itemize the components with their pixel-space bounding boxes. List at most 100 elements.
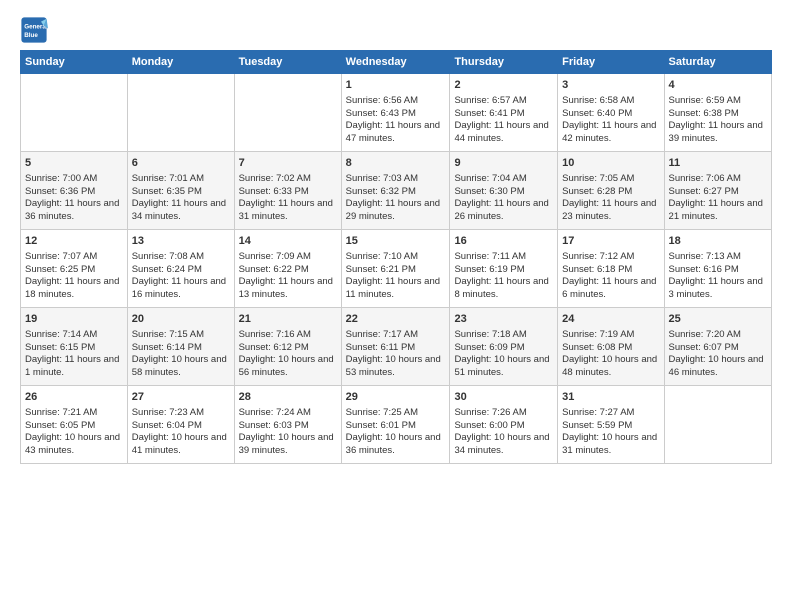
- col-header-saturday: Saturday: [664, 51, 771, 74]
- day-number: 26: [25, 390, 123, 405]
- day-info: Daylight: 11 hours and 42 minutes.: [562, 120, 659, 146]
- day-number: 16: [454, 234, 553, 249]
- day-info: Sunrise: 6:56 AM: [346, 95, 446, 108]
- day-cell: 30Sunrise: 7:26 AMSunset: 6:00 PMDayligh…: [450, 386, 558, 464]
- day-cell: 28 Sunrise: 7:24 AMSunset: 6:03 PMDayligh…: [234, 386, 341, 464]
- day-cell: 15Sunrise: 7:10 AMSunset: 6:21 PMDayligh…: [341, 230, 450, 308]
- day-number: 24: [562, 312, 659, 327]
- day-info: Sunset: 6:03 PM: [239, 420, 337, 433]
- header-row: SundayMondayTuesdayWednesdayThursdayFrid…: [21, 51, 772, 74]
- col-header-friday: Friday: [558, 51, 664, 74]
- day-cell: 25Sunrise: 7:20 AMSunset: 6:07 PMDayligh…: [664, 308, 771, 386]
- day-info: Sunrise: 7:06 AM: [669, 173, 767, 186]
- day-number: 2: [454, 78, 553, 93]
- day-number: 5: [25, 156, 123, 171]
- day-cell: 4Sunrise: 6:59 AMSunset: 6:38 PMDaylight…: [664, 74, 771, 152]
- day-info: Sunrise: 7:21 AM: [25, 407, 123, 420]
- day-number: 11: [669, 156, 767, 171]
- day-cell: 20Sunrise: 7:15 AMSunset: 6:14 PMDayligh…: [127, 308, 234, 386]
- day-info: Sunset: 6:27 PM: [669, 186, 767, 199]
- day-number: 21: [239, 312, 337, 327]
- day-info: Sunset: 6:14 PM: [132, 342, 230, 355]
- day-number: 13: [132, 234, 230, 249]
- day-info: Sunset: 6:32 PM: [346, 186, 446, 199]
- day-info: Sunset: 6:16 PM: [669, 264, 767, 277]
- col-header-wednesday: Wednesday: [341, 51, 450, 74]
- day-info: Sunrise: 7:04 AM: [454, 173, 553, 186]
- day-info: Sunset: 6:19 PM: [454, 264, 553, 277]
- day-info: Sunset: 6:33 PM: [239, 186, 337, 199]
- day-info: Sunset: 6:04 PM: [132, 420, 230, 433]
- day-info: Daylight: 11 hours and 3 minutes.: [669, 276, 767, 302]
- day-cell: 3Sunrise: 6:58 AMSunset: 6:40 PMDaylight…: [558, 74, 664, 152]
- day-info: Sunrise: 7:16 AM: [239, 329, 337, 342]
- day-number: 14: [239, 234, 337, 249]
- generalblue-logo-icon: General Blue: [20, 16, 48, 44]
- day-number: 8: [346, 156, 446, 171]
- day-info: Daylight: 10 hours and 58 minutes.: [132, 354, 230, 380]
- day-info: Daylight: 10 hours and 46 minutes.: [669, 354, 767, 380]
- day-info: Daylight: 10 hours and 31 minutes.: [562, 432, 659, 458]
- day-number: 10: [562, 156, 659, 171]
- day-info: Sunrise: 7:02 AM: [239, 173, 337, 186]
- day-cell: 31Sunrise: 7:27 AMSunset: 5:59 PMDayligh…: [558, 386, 664, 464]
- day-number: 23: [454, 312, 553, 327]
- day-info: Sunrise: 7:10 AM: [346, 251, 446, 264]
- day-info: Daylight: 11 hours and 47 minutes.: [346, 120, 446, 146]
- day-info: Sunrise: 7:23 AM: [132, 407, 230, 420]
- day-info: Daylight: 10 hours and 39 minutes.: [239, 432, 337, 458]
- day-info: Sunrise: 7:20 AM: [669, 329, 767, 342]
- day-number: 29: [346, 390, 446, 405]
- day-info: Daylight: 11 hours and 29 minutes.: [346, 198, 446, 224]
- day-info: Daylight: 11 hours and 23 minutes.: [562, 198, 659, 224]
- week-row-3: 12Sunrise: 7:07 AMSunset: 6:25 PMDayligh…: [21, 230, 772, 308]
- day-info: Sunrise: 6:57 AM: [454, 95, 553, 108]
- day-info: Daylight: 11 hours and 1 minute.: [25, 354, 123, 380]
- logo: General Blue: [20, 16, 52, 44]
- day-info: Daylight: 11 hours and 13 minutes.: [239, 276, 337, 302]
- day-info: Sunrise: 7:08 AM: [132, 251, 230, 264]
- day-number: 19: [25, 312, 123, 327]
- header-area: General Blue: [20, 16, 772, 44]
- day-number: 28: [239, 390, 337, 405]
- day-number: 1: [346, 78, 446, 93]
- day-info: Sunrise: 7:18 AM: [454, 329, 553, 342]
- page: General Blue SundayMondayTuesdayWednesda…: [0, 0, 792, 474]
- day-info: Sunrise: 7:07 AM: [25, 251, 123, 264]
- day-info: Sunrise: 7:24 AM: [239, 407, 337, 420]
- day-info: Sunrise: 7:05 AM: [562, 173, 659, 186]
- day-cell: [21, 74, 128, 152]
- day-info: Sunrise: 7:12 AM: [562, 251, 659, 264]
- day-info: Daylight: 10 hours and 34 minutes.: [454, 432, 553, 458]
- day-info: Sunset: 6:30 PM: [454, 186, 553, 199]
- calendar-table: SundayMondayTuesdayWednesdayThursdayFrid…: [20, 50, 772, 464]
- day-info: Sunset: 6:38 PM: [669, 108, 767, 121]
- day-info: Sunset: 6:41 PM: [454, 108, 553, 121]
- day-cell: 9Sunrise: 7:04 AMSunset: 6:30 PMDaylight…: [450, 152, 558, 230]
- week-row-2: 5Sunrise: 7:00 AMSunset: 6:36 PMDaylight…: [21, 152, 772, 230]
- week-row-5: 26Sunrise: 7:21 AMSunset: 6:05 PMDayligh…: [21, 386, 772, 464]
- day-info: Sunrise: 7:27 AM: [562, 407, 659, 420]
- day-info: Daylight: 11 hours and 36 minutes.: [25, 198, 123, 224]
- day-info: Daylight: 11 hours and 44 minutes.: [454, 120, 553, 146]
- day-number: 7: [239, 156, 337, 171]
- day-cell: 7Sunrise: 7:02 AMSunset: 6:33 PMDaylight…: [234, 152, 341, 230]
- day-cell: 21Sunrise: 7:16 AMSunset: 6:12 PMDayligh…: [234, 308, 341, 386]
- day-cell: 10 Sunrise: 7:05 AMSunset: 6:28 PMDayligh…: [558, 152, 664, 230]
- day-cell: 13Sunrise: 7:08 AMSunset: 6:24 PMDayligh…: [127, 230, 234, 308]
- day-info: Daylight: 11 hours and 6 minutes.: [562, 276, 659, 302]
- day-info: Sunset: 6:12 PM: [239, 342, 337, 355]
- day-cell: 18Sunrise: 7:13 AMSunset: 6:16 PMDayligh…: [664, 230, 771, 308]
- day-info: Daylight: 11 hours and 16 minutes.: [132, 276, 230, 302]
- col-header-tuesday: Tuesday: [234, 51, 341, 74]
- day-number: 6: [132, 156, 230, 171]
- day-info: Sunset: 6:01 PM: [346, 420, 446, 433]
- day-info: Daylight: 10 hours and 41 minutes.: [132, 432, 230, 458]
- day-number: 12: [25, 234, 123, 249]
- day-info: Sunset: 6:11 PM: [346, 342, 446, 355]
- day-number: 4: [669, 78, 767, 93]
- day-info: Sunset: 6:28 PM: [562, 186, 659, 199]
- day-cell: 22Sunrise: 7:17 AMSunset: 6:11 PMDayligh…: [341, 308, 450, 386]
- day-cell: 6Sunrise: 7:01 AMSunset: 6:35 PMDaylight…: [127, 152, 234, 230]
- day-info: Sunrise: 7:11 AM: [454, 251, 553, 264]
